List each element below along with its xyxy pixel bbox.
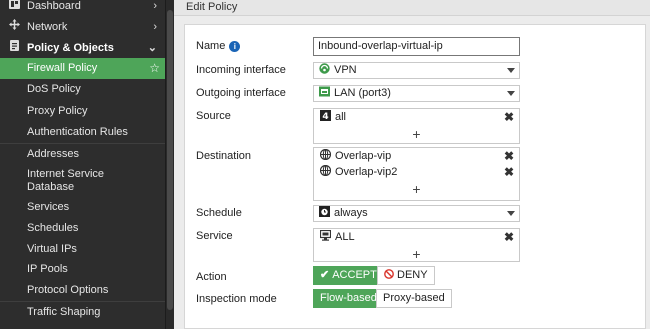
deny-button[interactable]: DENY xyxy=(377,266,435,285)
sidebar-item-label: Addresses xyxy=(27,148,79,160)
remove-icon[interactable]: ✖ xyxy=(504,109,514,125)
service-list: ALL ✖ + xyxy=(313,228,520,262)
sidebar-item-ip-pools[interactable]: IP Pools xyxy=(0,259,165,280)
remove-icon[interactable]: ✖ xyxy=(504,229,514,245)
chevron-down-icon: ⌄ xyxy=(147,42,157,54)
edit-policy-form: Name i Inbound-overlap-virtual-ip Incomin… xyxy=(184,24,646,329)
sidebar-item-label: Schedules xyxy=(27,222,79,234)
sidebar-item-label: Protocol Options xyxy=(27,284,109,296)
schedule-select[interactable]: always xyxy=(313,205,520,222)
chevron-right-icon: › xyxy=(153,0,157,12)
sidebar-item-schedules[interactable]: Schedules xyxy=(0,218,165,239)
sidebar-scrollbar[interactable] xyxy=(165,0,174,329)
lan-port-icon xyxy=(319,86,330,97)
dropdown-caret-icon xyxy=(507,91,515,96)
schedule-label: Schedule xyxy=(196,207,242,219)
page-header: Edit Policy xyxy=(174,0,650,16)
sidebar-item-label: Network xyxy=(27,21,68,33)
destination-list: Overlap-vip ✖ Overlap-vip2 ✖ + xyxy=(313,147,520,201)
deny-label: DENY xyxy=(397,269,428,281)
dropdown-caret-icon xyxy=(507,68,515,73)
service-entry-label: ALL xyxy=(335,231,355,243)
sidebar-item-label: Dashboard xyxy=(27,0,81,12)
sidebar-item-label: Services xyxy=(27,201,70,213)
flow-based-button[interactable]: Flow-based xyxy=(313,289,384,308)
sidebar-item-authentication-rules[interactable]: Authentication Rules xyxy=(0,122,165,143)
address-group-icon: 4 xyxy=(320,110,331,122)
incoming-interface-select[interactable]: VPN xyxy=(313,62,520,79)
outgoing-interface-label: Outgoing interface xyxy=(196,87,286,99)
vpn-icon xyxy=(319,63,330,74)
svg-text:4: 4 xyxy=(322,112,328,121)
name-label-text: Name xyxy=(196,40,226,52)
sidebar-item-label: Virtual IPs xyxy=(27,243,77,255)
sidebar-item-label: Policy & Objects xyxy=(27,42,114,54)
sidebar-item-services[interactable]: Services xyxy=(0,197,165,218)
sidebar-item-label: Firewall Policy xyxy=(27,62,98,74)
source-entry-label: all xyxy=(335,111,347,123)
checkmark-icon: ✔ xyxy=(320,269,330,281)
service-icon xyxy=(319,229,332,241)
dashboard-icon xyxy=(8,0,20,17)
sidebar-item-dashboard[interactable]: Dashboard › xyxy=(0,0,165,17)
proxy-based-button[interactable]: Proxy-based xyxy=(376,289,452,308)
virtual-ip-icon xyxy=(319,164,332,177)
sidebar-item-label: Authentication Rules xyxy=(27,126,128,138)
page-title: Edit Policy xyxy=(186,1,238,13)
virtual-ip-icon xyxy=(319,148,332,161)
outgoing-interface-value: LAN (port3) xyxy=(334,87,391,99)
sidebar-item-label: Internet Service Database xyxy=(27,168,105,193)
sidebar-item-label: IP Pools xyxy=(27,263,68,275)
sidebar-item-dos-policy[interactable]: DoS Policy xyxy=(0,79,165,100)
incoming-interface-label: Incoming interface xyxy=(196,64,286,76)
sidebar-item-addresses[interactable]: Addresses xyxy=(0,144,165,165)
schedule-icon xyxy=(319,206,330,217)
inspection-mode-label: Inspection mode xyxy=(196,293,277,305)
sidebar-item-protocol-options[interactable]: Protocol Options xyxy=(0,280,165,301)
sidebar-item-label: Traffic Shaping xyxy=(27,306,101,318)
source-entry[interactable]: 4 all ✖ xyxy=(314,109,519,125)
action-label: Action xyxy=(196,271,227,283)
sidebar-item-label: Proxy Policy xyxy=(27,105,88,117)
destination-entry[interactable]: Overlap-vip2 ✖ xyxy=(314,164,519,180)
service-label: Service xyxy=(196,230,233,242)
remove-icon[interactable]: ✖ xyxy=(504,148,514,164)
destination-label: Destination xyxy=(196,150,252,162)
name-label: Name i xyxy=(196,40,241,52)
sidebar-item-traffic-shaping[interactable]: Traffic Shaping xyxy=(0,302,165,323)
sidebar-item-label: DoS Policy xyxy=(27,83,81,95)
destination-entry-label: Overlap-vip2 xyxy=(335,166,398,178)
info-icon[interactable]: i xyxy=(229,41,241,52)
destination-entry[interactable]: Overlap-vip ✖ xyxy=(314,148,519,164)
star-icon[interactable]: ☆ xyxy=(149,58,160,79)
accept-label: ACCEPT xyxy=(332,269,377,281)
accept-button[interactable]: ✔ ACCEPT xyxy=(313,266,384,285)
sidebar-nav: Dashboard › Network › Policy & Objects ⌄… xyxy=(0,0,174,329)
sidebar-item-virtual-ips[interactable]: Virtual IPs xyxy=(0,239,165,260)
sidebar-item-network[interactable]: Network › xyxy=(0,17,165,38)
incoming-interface-value: VPN xyxy=(334,64,357,76)
name-input[interactable]: Inbound-overlap-virtual-ip xyxy=(313,37,520,56)
destination-entry-label: Overlap-vip xyxy=(335,150,392,162)
sidebar-item-proxy-policy[interactable]: Proxy Policy xyxy=(0,101,165,122)
deny-icon xyxy=(384,268,394,285)
sidebar-item-internet-service-database[interactable]: Internet Service Database xyxy=(0,165,130,197)
schedule-value: always xyxy=(334,207,368,219)
chevron-right-icon: › xyxy=(153,21,157,33)
remove-icon[interactable]: ✖ xyxy=(504,164,514,180)
sidebar-item-firewall-policy[interactable]: Firewall Policy ☆ xyxy=(0,58,165,79)
policy-icon xyxy=(8,38,20,59)
scrollbar-thumb[interactable] xyxy=(167,10,173,310)
add-source-button[interactable]: + xyxy=(314,125,519,143)
network-icon xyxy=(8,17,20,38)
source-label: Source xyxy=(196,110,231,122)
dropdown-caret-icon xyxy=(507,211,515,216)
outgoing-interface-select[interactable]: LAN (port3) xyxy=(313,85,520,102)
main-content: Edit Policy Name i Inbound-overlap-virtua… xyxy=(174,0,650,329)
add-service-button[interactable]: + xyxy=(314,245,519,263)
source-list: 4 all ✖ + xyxy=(313,108,520,144)
service-entry[interactable]: ALL ✖ xyxy=(314,229,519,245)
sidebar-item-policy-objects[interactable]: Policy & Objects ⌄ xyxy=(0,38,165,59)
add-destination-button[interactable]: + xyxy=(314,180,519,198)
